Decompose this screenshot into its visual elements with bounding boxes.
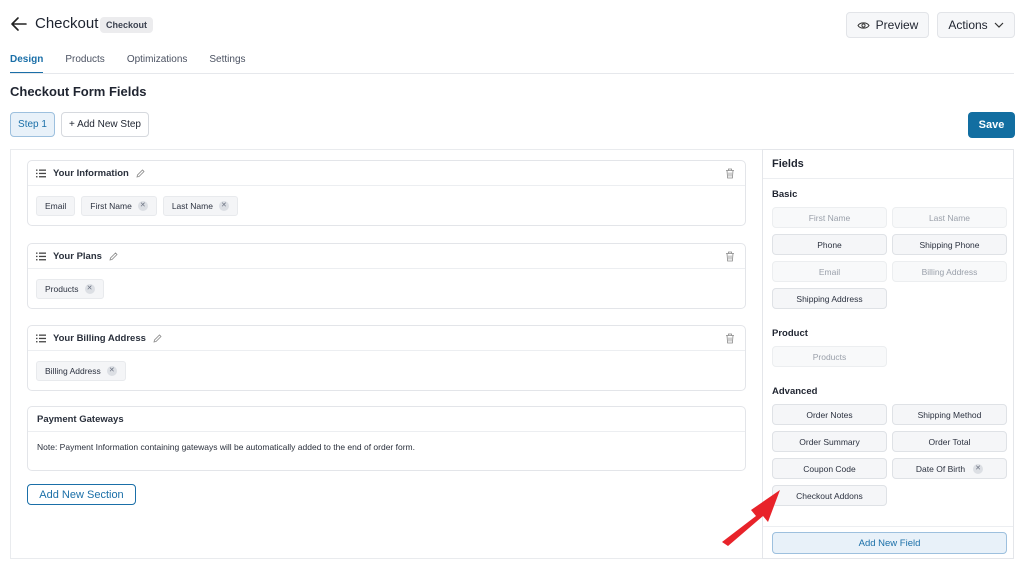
- field-button-order-notes[interactable]: Order Notes: [772, 404, 887, 425]
- field-button-order-summary[interactable]: Order Summary: [772, 431, 887, 452]
- section-fields: Billing Address ✕: [28, 351, 745, 390]
- field-chip-first-name[interactable]: First Name ✕: [81, 195, 157, 216]
- fields-panel: Fields Basic First Name Last Name Phone …: [762, 149, 1014, 559]
- fields-panel-bottom-divider: [763, 526, 1013, 527]
- remove-icon[interactable]: ✕: [84, 283, 95, 294]
- chip-label: First Name: [90, 200, 132, 211]
- section-header: Your Billing Address: [28, 326, 745, 351]
- field-button-shipping-address[interactable]: Shipping Address: [772, 288, 887, 309]
- add-new-step-button[interactable]: + Add New Step: [61, 112, 149, 137]
- trash-icon[interactable]: [725, 251, 735, 262]
- remove-icon[interactable]: ✕: [137, 200, 148, 211]
- field-button-shipping-phone[interactable]: Shipping Phone: [892, 234, 1007, 255]
- page-type-badge: Checkout: [100, 17, 154, 33]
- field-chip-email[interactable]: Email: [36, 195, 76, 216]
- fields-panel-divider: [763, 178, 1013, 179]
- trash-icon[interactable]: [725, 333, 735, 344]
- field-button-last-name[interactable]: Last Name: [892, 207, 1007, 228]
- page-title: Checkout: [35, 15, 99, 32]
- remove-icon[interactable]: ✕: [218, 200, 229, 211]
- section-heading: Checkout Form Fields: [10, 84, 147, 99]
- red-arrow-annotation-icon: [722, 490, 780, 546]
- field-chip-products[interactable]: Products ✕: [36, 278, 104, 299]
- chip-label: Products: [45, 283, 79, 294]
- chevron-down-icon: [994, 22, 1004, 28]
- pencil-icon[interactable]: [136, 168, 145, 178]
- chip-label: Email: [45, 200, 67, 211]
- back-arrow-icon[interactable]: [10, 14, 28, 34]
- drag-handle-icon[interactable]: [36, 169, 46, 178]
- section-title: Your Plans: [53, 250, 102, 262]
- fields-panel-title: Fields: [772, 158, 804, 170]
- chip-label: Last Name: [171, 200, 213, 211]
- payment-gateways-note: Note: Payment Information containing gat…: [37, 442, 415, 452]
- field-button-billing-address[interactable]: Billing Address: [892, 261, 1007, 282]
- field-button-order-total[interactable]: Order Total: [892, 431, 1007, 452]
- field-button-date-of-birth[interactable]: Date Of Birth ✕: [892, 458, 1007, 479]
- add-new-field-button[interactable]: Add New Field: [772, 532, 1007, 554]
- tab-bar: Design Products Optimizations Settings: [10, 54, 246, 74]
- add-new-section-button[interactable]: Add New Section: [27, 484, 136, 505]
- field-button-shipping-method[interactable]: Shipping Method: [892, 404, 1007, 425]
- preview-button[interactable]: Preview: [846, 12, 929, 38]
- field-button-checkout-addons[interactable]: Checkout Addons: [772, 485, 887, 506]
- tab-settings[interactable]: Settings: [209, 54, 245, 74]
- save-button[interactable]: Save: [968, 112, 1015, 138]
- drag-handle-icon[interactable]: [36, 252, 46, 261]
- preview-label: Preview: [875, 18, 919, 32]
- section-title: Your Billing Address: [53, 332, 146, 344]
- chip-label: Billing Address: [45, 365, 101, 376]
- tabs-divider: [10, 73, 1014, 74]
- trash-icon[interactable]: [725, 168, 735, 179]
- group-heading-product: Product: [772, 328, 808, 339]
- field-button-first-name[interactable]: First Name: [772, 207, 887, 228]
- group-heading-basic: Basic: [772, 189, 798, 200]
- section-card-your-information: Your Information Email First Name ✕ Last…: [27, 160, 746, 226]
- section-card-your-billing-address: Your Billing Address Billing Address ✕: [27, 325, 746, 391]
- payment-gateways-card: Payment Gateways Note: Payment Informati…: [27, 406, 746, 471]
- section-fields: Products ✕: [28, 269, 745, 308]
- section-card-your-plans: Your Plans Products ✕: [27, 243, 746, 309]
- eye-icon: [857, 21, 870, 29]
- actions-label: Actions: [948, 18, 988, 32]
- field-button-coupon-code[interactable]: Coupon Code: [772, 458, 887, 479]
- field-chip-billing-address[interactable]: Billing Address ✕: [36, 360, 126, 381]
- pencil-icon[interactable]: [153, 333, 162, 343]
- remove-icon[interactable]: ✕: [106, 365, 117, 376]
- field-button-phone[interactable]: Phone: [772, 234, 887, 255]
- field-button-email[interactable]: Email: [772, 261, 887, 282]
- section-title: Your Information: [53, 167, 129, 179]
- tab-design[interactable]: Design: [10, 54, 44, 74]
- section-fields: Email First Name ✕ Last Name ✕: [28, 186, 745, 225]
- section-header: Your Plans: [28, 244, 745, 269]
- tab-products[interactable]: Products: [65, 54, 104, 74]
- top-bar: Checkout Checkout Preview Actions: [0, 0, 1024, 50]
- remove-icon[interactable]: ✕: [973, 463, 984, 474]
- drag-handle-icon[interactable]: [36, 334, 46, 343]
- field-button-products[interactable]: Products: [772, 346, 887, 367]
- section-header: Your Information: [28, 161, 745, 186]
- group-heading-advanced: Advanced: [772, 386, 818, 397]
- field-chip-last-name[interactable]: Last Name ✕: [162, 195, 238, 216]
- field-button-label: Date Of Birth: [915, 463, 966, 474]
- payment-gateways-title: Payment Gateways: [28, 407, 745, 432]
- tab-optimizations[interactable]: Optimizations: [127, 54, 188, 74]
- pencil-icon[interactable]: [109, 251, 118, 261]
- step-1-button[interactable]: Step 1: [10, 112, 55, 137]
- actions-dropdown[interactable]: Actions: [937, 12, 1015, 38]
